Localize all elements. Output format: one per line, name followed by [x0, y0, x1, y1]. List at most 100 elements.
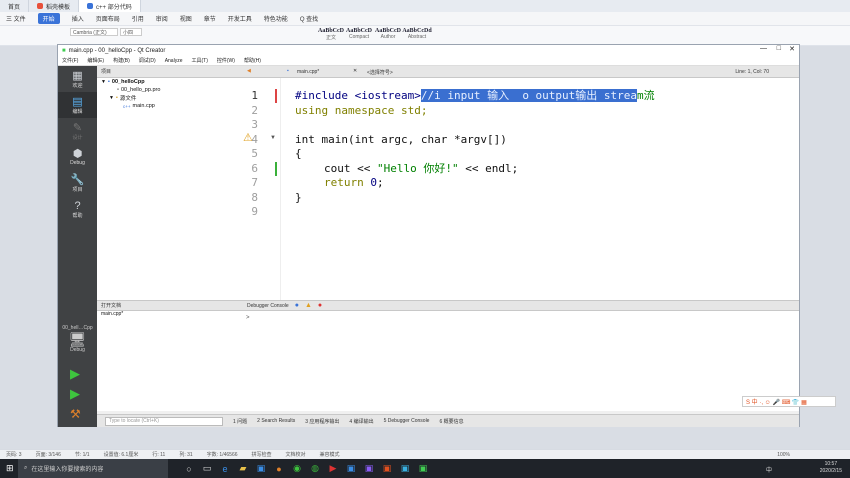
mode-help[interactable]: ? 帮助	[58, 196, 97, 222]
debugger-console-title[interactable]: Debugger Console	[247, 303, 289, 309]
wps-tab-templates[interactable]: 稻壳模板	[29, 0, 80, 12]
code-editor[interactable]: #include <iostream>//i input 输入 o output…	[281, 78, 799, 300]
output-tab-app-output[interactable]: 3 应用程序输出	[305, 418, 339, 425]
input-language[interactable]: 中	[766, 465, 772, 474]
mode-welcome[interactable]: ▦ 欢迎	[58, 66, 97, 92]
menu-start[interactable]: 开始	[37, 13, 60, 24]
wps-tab-home[interactable]: 首页	[0, 0, 30, 12]
back-arrow-icon[interactable]: ◀	[247, 68, 251, 74]
wps-tab-document[interactable]: c++ 部分代码	[79, 0, 141, 12]
menu-build[interactable]: 构建(B)	[113, 57, 130, 64]
firefox-icon[interactable]: ●	[270, 459, 288, 478]
menu-search[interactable]: Q 查找	[300, 14, 318, 23]
windows-start-icon[interactable]: ⊞	[6, 463, 14, 474]
mode-design[interactable]: ✎ 设计	[58, 118, 97, 144]
tree-item-sources[interactable]: ▼ ▪ 源文件	[97, 94, 241, 102]
ime-label: S 中 ·, ☺ 🎤 ⌨ 👕 ▦	[746, 400, 807, 406]
projects-pane-title[interactable]: 项目	[101, 68, 111, 75]
minimize-button[interactable]: —	[760, 45, 767, 52]
tree-item-pro-file[interactable]: ▫ 00_hello_pp.pro	[97, 86, 241, 94]
status-spellcheck[interactable]: 拼写检查	[252, 451, 272, 458]
status-proofread[interactable]: 文档校对	[286, 451, 306, 458]
output-tab-debugger[interactable]: 5 Debugger Console	[384, 418, 430, 424]
store-icon[interactable]: ▣	[252, 459, 270, 478]
line-number: 4	[251, 133, 258, 146]
file-explorer-icon[interactable]: ▰	[234, 459, 252, 478]
kit-selector[interactable]: 00_hell…Cpp 🖥 Debug	[58, 325, 97, 353]
open-document-item[interactable]: main.cpp*	[101, 311, 241, 317]
output-tab-issues[interactable]: 1 问题	[233, 418, 247, 425]
wechat-icon[interactable]: ◉	[288, 459, 306, 478]
open-documents-title[interactable]: 打开文档	[101, 302, 121, 309]
debugger-console[interactable]: >	[241, 311, 799, 411]
menu-layout[interactable]: 页面布局	[96, 14, 120, 23]
taskbar-search[interactable]: ⌕ 在这里输入你要搜索的内容	[18, 459, 168, 478]
mode-projects[interactable]: 🔧 项目	[58, 170, 97, 196]
style-abstract[interactable]: AaBbCcDd Abstract	[402, 28, 432, 44]
menu-section[interactable]: 章节	[204, 14, 216, 23]
menu-window[interactable]: 控件(W)	[217, 57, 235, 64]
zoom-level[interactable]: 100%	[777, 452, 790, 458]
mode-edit[interactable]: ▤ 编辑	[58, 92, 97, 118]
menu-features[interactable]: 特色功能	[264, 14, 288, 23]
debug-run-icon[interactable]: ▶	[70, 387, 84, 401]
menu-edit[interactable]: 编辑(E)	[87, 57, 104, 64]
wps-tab-strip: 首页 稻壳模板 c++ 部分代码	[0, 0, 850, 12]
run-icon[interactable]: ▶	[70, 367, 84, 381]
edge-icon[interactable]: e	[216, 459, 234, 478]
font-size-select[interactable]: 小四	[120, 28, 142, 36]
maximize-button[interactable]: □	[777, 45, 781, 52]
ime-toolbar[interactable]: S 中 ·, ☺ 🎤 ⌨ 👕 ▦	[742, 396, 836, 407]
style-compact[interactable]: AaBbCcD Compact	[344, 28, 374, 44]
menu-review[interactable]: 审阅	[156, 14, 168, 23]
number-literal: 0	[370, 176, 377, 189]
app-icon[interactable]: ▣	[342, 459, 360, 478]
menu-references[interactable]: 引用	[132, 14, 144, 23]
style-author[interactable]: AaBbCcD Author	[373, 28, 403, 44]
app-icon[interactable]: ▣	[378, 459, 396, 478]
code-line-7: return 0;	[324, 175, 384, 190]
qt-creator-window: ■ main.cpp - 00_helloCpp - Qt Creator — …	[57, 44, 800, 427]
edit-icon: ▤	[72, 95, 83, 108]
fold-arrow-icon[interactable]: ▼	[270, 135, 276, 141]
qt-creator-taskbar-icon[interactable]: ▣	[414, 459, 432, 478]
app-icon[interactable]: ▣	[396, 459, 414, 478]
code-token: cout <<	[324, 162, 377, 175]
locator-input[interactable]: Type to locate (Ctrl+K)	[105, 416, 223, 426]
output-tab-search[interactable]: 2 Search Results	[257, 418, 295, 424]
build-hammer-icon[interactable]: ⚒	[70, 407, 84, 421]
mode-debug[interactable]: ⬢ Debug	[58, 144, 97, 170]
output-tab-general[interactable]: 6 概要信息	[439, 418, 463, 425]
app-icon[interactable]: ▣	[360, 459, 378, 478]
status-page: 页码: 3	[6, 452, 22, 458]
chrome-icon[interactable]: ◍	[306, 459, 324, 478]
system-clock[interactable]: 10:57 2020/2/15	[820, 461, 842, 475]
symbol-selector[interactable]: <选择符号>	[367, 69, 393, 76]
style-normal[interactable]: AaBbCcD 正文	[316, 28, 346, 44]
info-icon[interactable]: ●	[295, 302, 299, 309]
close-document-icon[interactable]: ✕	[353, 68, 357, 74]
font-name-select[interactable]: Cambria (正文)	[70, 28, 118, 36]
menu-tools[interactable]: 工具(T)	[191, 57, 207, 64]
menu-file[interactable]: 三 文件	[6, 14, 26, 23]
menu-view[interactable]: 视图	[180, 14, 192, 23]
menu-debug[interactable]: 调试(D)	[139, 57, 156, 64]
menu-help[interactable]: 帮助(H)	[244, 57, 261, 64]
task-switch-icon[interactable]: ▭	[198, 459, 216, 478]
menu-insert[interactable]: 插入	[72, 14, 84, 23]
tree-item-main-cpp[interactable]: c++ main.cpp	[97, 102, 241, 110]
task-view-icon[interactable]: ○	[180, 459, 198, 478]
close-button[interactable]: ✕	[789, 45, 795, 53]
menu-analyze[interactable]: Analyze	[165, 58, 183, 64]
error-filter-icon[interactable]: ●	[318, 302, 322, 309]
warning-filter-icon[interactable]: ▲	[305, 302, 312, 309]
output-tab-compile[interactable]: 4 编译输出	[349, 418, 373, 425]
help-icon: ?	[74, 199, 81, 212]
folder-icon: ▪	[115, 95, 118, 101]
media-icon[interactable]: ▶	[324, 459, 342, 478]
editor-file-tab[interactable]: main.cpp*	[297, 69, 319, 75]
menu-file[interactable]: 文件(F)	[62, 57, 78, 64]
menu-developer[interactable]: 开发工具	[228, 14, 252, 23]
tree-item-project[interactable]: ▼ ▪ 00_helloCpp	[97, 78, 241, 86]
comment-tail: m流	[637, 89, 655, 102]
